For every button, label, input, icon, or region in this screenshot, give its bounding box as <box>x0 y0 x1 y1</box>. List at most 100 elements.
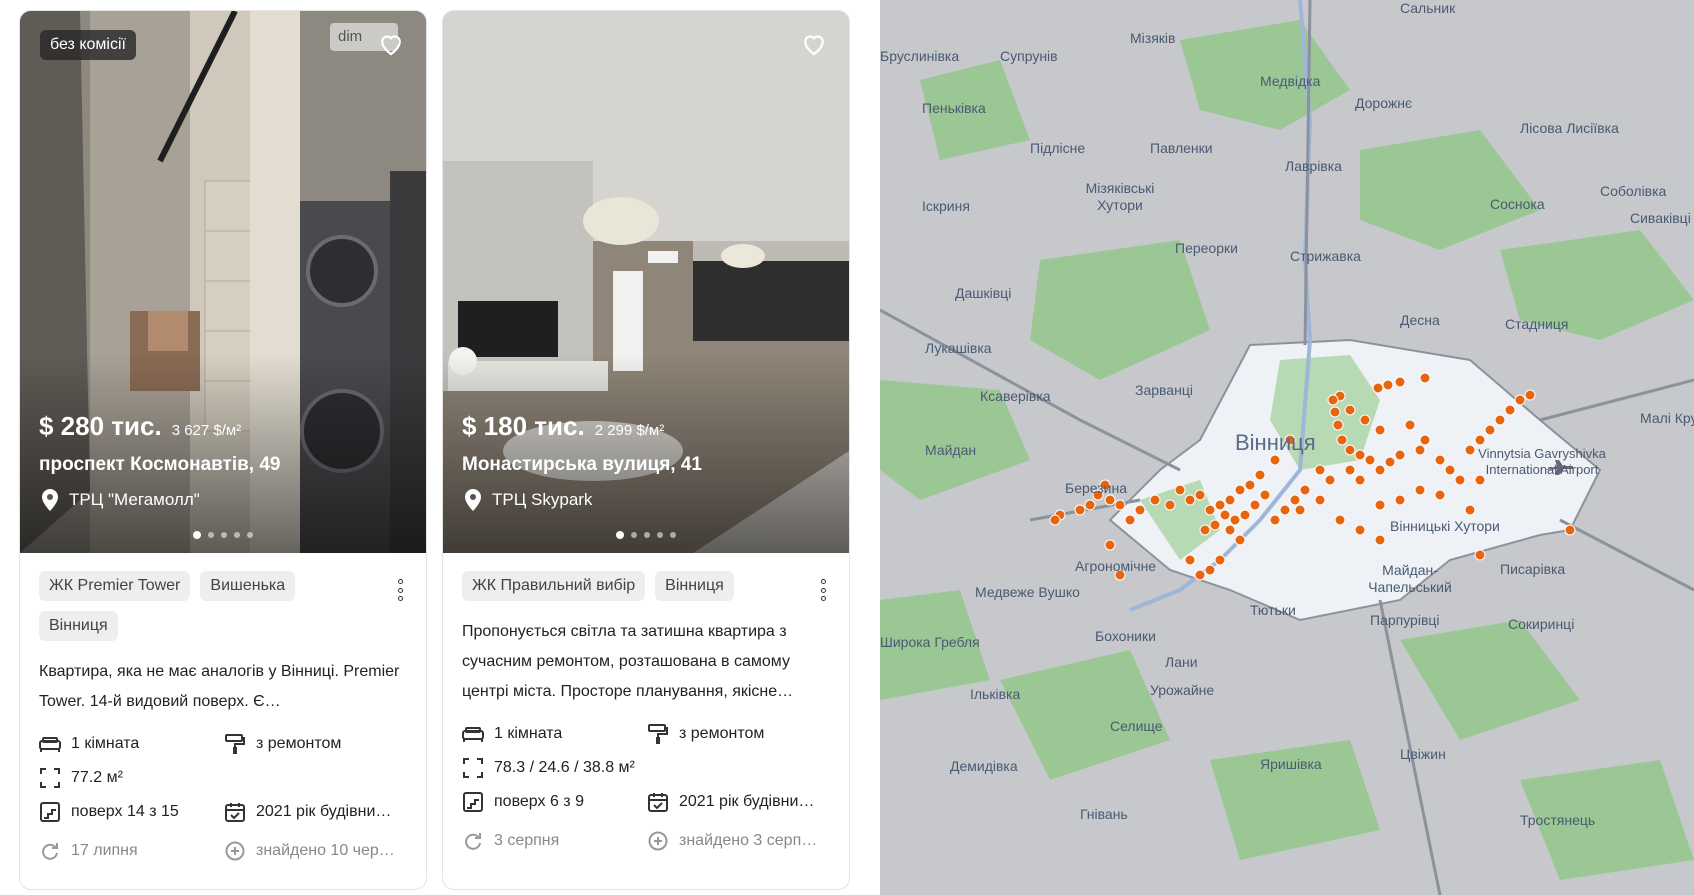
tag[interactable]: Вишенька <box>200 571 296 601</box>
map-place-label: Супрунів <box>1000 48 1058 64</box>
spec-empty <box>647 751 832 785</box>
tag[interactable]: Вінниця <box>655 571 734 601</box>
map-place-label: Вінницькі Хутори <box>1390 518 1500 534</box>
map-place-label: Пеньківка <box>922 100 986 116</box>
photo-pager[interactable] <box>193 531 253 539</box>
no-commission-badge: без комісії <box>40 30 136 60</box>
map-place-label: Сокиринці <box>1508 616 1575 632</box>
map-place-label: Ільківка <box>970 686 1021 702</box>
pager-dot[interactable] <box>234 532 240 538</box>
photo-pager[interactable] <box>616 531 676 539</box>
rooms: 1 кімната <box>462 717 647 751</box>
renovation: з ремонтом <box>224 727 409 761</box>
map-place-label: Дашківці <box>955 285 1012 301</box>
listing-card[interactable]: без комісії dim $ 280 тис. 3 627 $/м² пр… <box>19 10 427 890</box>
pager-dot[interactable] <box>631 532 637 538</box>
more-options-icon[interactable] <box>821 579 827 601</box>
updated-date: 17 липня <box>39 829 224 873</box>
map-place-label: Медвеже Вушко <box>975 584 1080 600</box>
location-pin-icon <box>462 489 484 511</box>
area: 77.2 м² <box>39 761 224 795</box>
specs-grid: 1 кімната з ремонтом 77.2 м² поверх 14 з… <box>39 727 407 873</box>
map-place-label: Дорожнє <box>1355 95 1413 111</box>
photo-overlay <box>443 353 849 553</box>
map-place-label: Майдан <box>925 442 977 458</box>
plus-circle-icon <box>647 830 669 852</box>
landmark-label: ТРЦ Skypark <box>492 490 593 509</box>
city-label: Вінниця <box>1235 430 1316 455</box>
map-place-label: Переорки <box>1175 240 1238 256</box>
bed-icon <box>39 733 61 755</box>
area-value: 78.3 / 24.6 / 38.8 м² <box>494 759 635 776</box>
renovation-value: з ремонтом <box>256 735 342 752</box>
favorite-heart-icon[interactable] <box>376 29 406 59</box>
map-place-label: Десна <box>1400 312 1440 328</box>
more-options-icon[interactable] <box>398 579 404 601</box>
map-place-label: Ксаверівка <box>980 388 1051 404</box>
map-place-label: Медвідка <box>1260 73 1321 89</box>
stairs-icon <box>39 801 61 823</box>
tag[interactable]: ЖК Premier Tower <box>39 571 191 601</box>
pager-dot[interactable] <box>644 532 650 538</box>
updated-value: 17 липня <box>71 842 138 859</box>
listing-photo[interactable]: $ 180 тис. 2 299 $/м² Монастирська вулиц… <box>443 11 849 553</box>
pager-dot[interactable] <box>193 531 201 539</box>
plus-circle-icon <box>224 840 246 862</box>
favorite-heart-icon[interactable] <box>799 29 829 59</box>
paint-roller-icon <box>647 723 669 745</box>
pager-dot[interactable] <box>670 532 676 538</box>
spec-empty <box>224 761 409 795</box>
built-value: 2021 рік будівни… <box>679 793 815 810</box>
pager-dot[interactable] <box>221 532 227 538</box>
map-place-label: Лани <box>1165 654 1198 670</box>
map-place-label: Парпурівці <box>1370 612 1440 628</box>
tag[interactable]: ЖК Правильний вибір <box>462 571 646 601</box>
listing-body: ЖК Правильний вибір Вінниця Пропонується… <box>443 553 849 863</box>
paint-roller-icon <box>224 733 246 755</box>
map-place-label: Сиваківці <box>1630 210 1691 226</box>
floor: поверх 6 з 9 <box>462 785 647 819</box>
pager-dot[interactable] <box>616 531 624 539</box>
map-place-label: Яришівка <box>1260 756 1322 772</box>
map-place-label: Бохоники <box>1095 628 1156 644</box>
map-place-label: Демидівка <box>950 758 1018 774</box>
airport-label: Vinnytsia Gavryshivka International Airp… <box>1478 446 1606 477</box>
landmark-label: ТРЦ "Мегамолл" <box>69 490 200 509</box>
rooms-value: 1 кімната <box>71 735 140 752</box>
map-place-label: Писарівка <box>1500 561 1566 577</box>
pager-dot[interactable] <box>657 532 663 538</box>
listing-photo[interactable]: без комісії dim $ 280 тис. 3 627 $/м² пр… <box>20 11 426 553</box>
pager-dot[interactable] <box>208 532 214 538</box>
map-place-label: Стадниця <box>1505 316 1569 332</box>
map-place-label: Тютьки <box>1250 602 1296 618</box>
built-value: 2021 рік будівни… <box>256 803 392 820</box>
renovation-value: з ремонтом <box>679 725 765 742</box>
map-place-label: Лаврівка <box>1285 158 1342 174</box>
map-place-label: Гнівань <box>1080 806 1128 822</box>
map-place-label: Соболівка <box>1600 183 1667 199</box>
updated-value: 3 серпня <box>494 832 560 849</box>
updated-date: 3 серпня <box>462 819 647 863</box>
map-place-label: Урожайне <box>1150 682 1215 698</box>
listing-address[interactable]: проспект Космонавтів, 49 <box>39 454 281 476</box>
landmark: ТРЦ "Мегамолл" <box>39 489 200 511</box>
price: $ 180 тис. <box>462 411 585 441</box>
renovation: з ремонтом <box>647 717 832 751</box>
listing-address[interactable]: Монастирська вулиця, 41 <box>462 454 702 476</box>
calendar-icon <box>647 791 669 813</box>
map-view[interactable]: Сальник Бруслинівка Супрунів Мізяків Мед… <box>880 0 1694 895</box>
pager-dot[interactable] <box>247 532 253 538</box>
map-place-label: Зарванці <box>1135 382 1193 398</box>
listing-card[interactable]: $ 180 тис. 2 299 $/м² Монастирська вулиц… <box>442 10 850 890</box>
listing-description: Квартира, яка не має аналогів у Вінниці.… <box>39 663 400 710</box>
built-year: 2021 рік будівни… <box>647 785 832 819</box>
rooms-value: 1 кімната <box>494 725 563 742</box>
calendar-icon <box>224 801 246 823</box>
area: 78.3 / 24.6 / 38.8 м² <box>462 751 647 785</box>
map-place-label: Лісова Лисіївка <box>1520 120 1619 136</box>
tag[interactable]: Вінниця <box>39 611 118 641</box>
found-value: знайдено 3 серп… <box>679 832 818 849</box>
map-place-label: Агрономічне <box>1075 558 1157 574</box>
map-place-label: Соснока <box>1490 196 1545 212</box>
map-place-label: Цвіжин <box>1400 746 1446 762</box>
